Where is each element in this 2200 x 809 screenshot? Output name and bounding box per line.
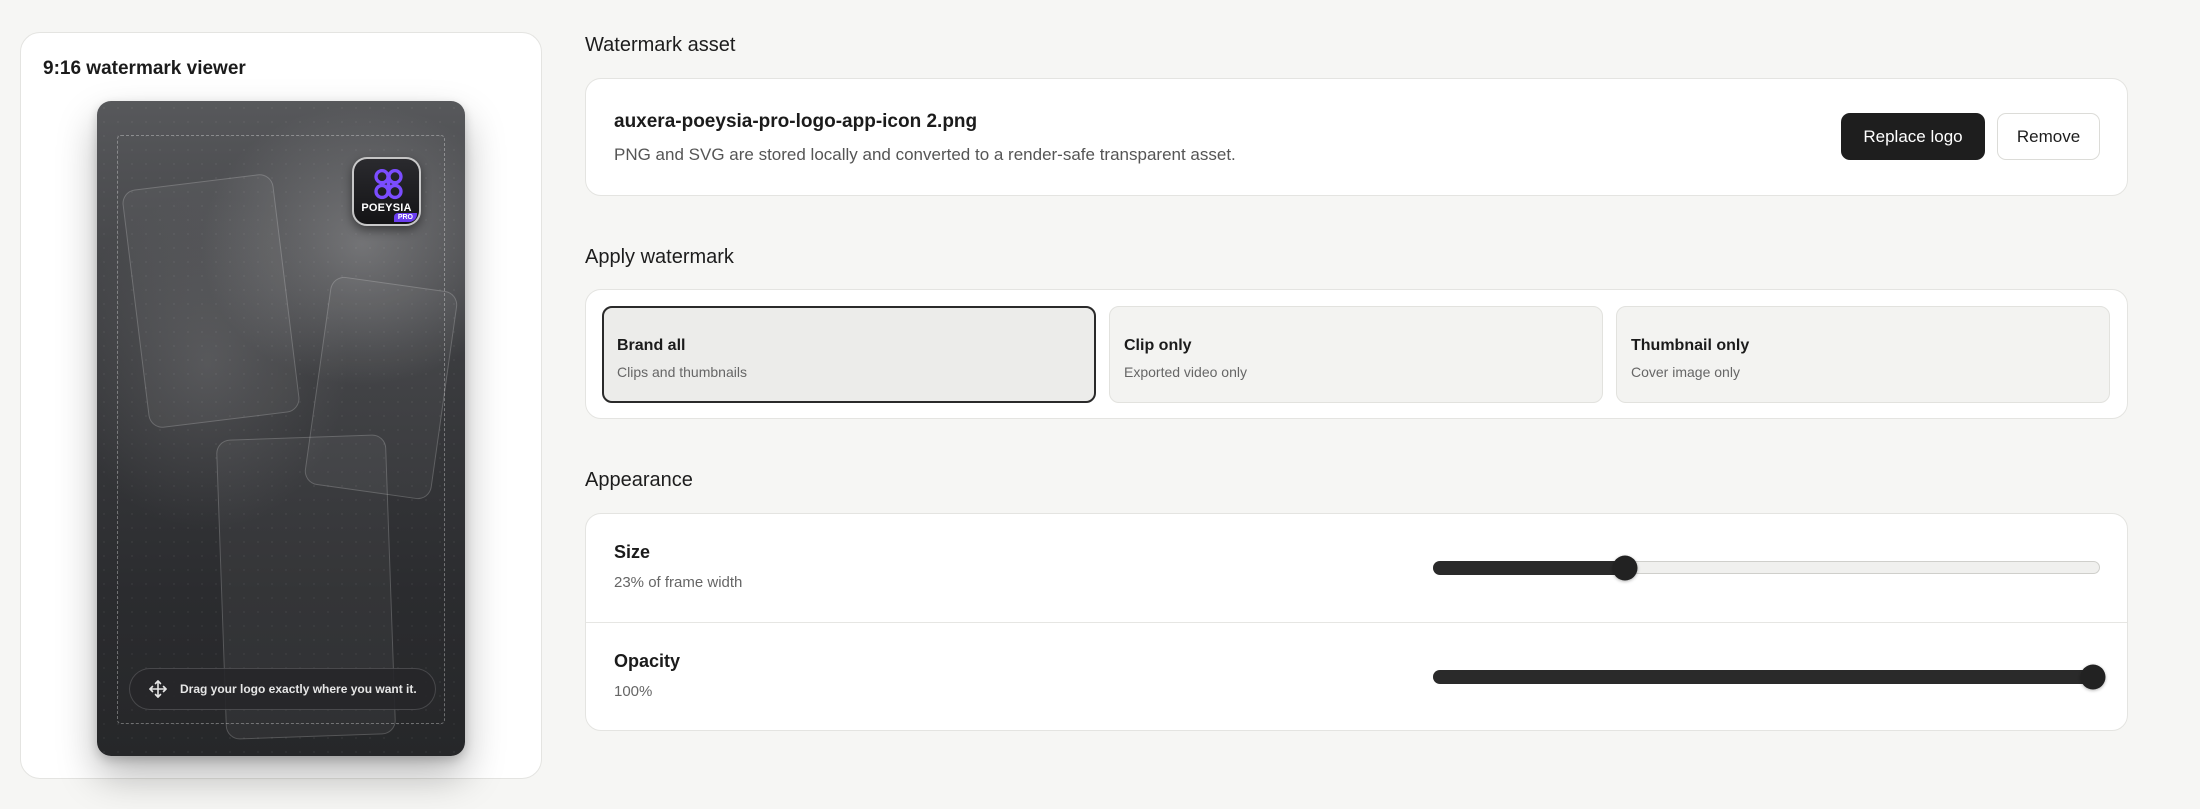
size-label: Size bbox=[614, 542, 651, 562]
asset-file-name: auxera-poeysia-pro-logo-app-icon 2.png bbox=[614, 111, 978, 132]
appearance-panel: Size 23% of frame width Opacity 100% bbox=[585, 513, 2128, 731]
logo-pro-badge: PRO bbox=[393, 213, 417, 222]
drag-hint-text: Drag your logo exactly where you want it… bbox=[180, 682, 417, 696]
size-setting-row: Size 23% of frame width bbox=[586, 514, 2127, 622]
drag-hint-pill: Drag your logo exactly where you want it… bbox=[129, 668, 436, 710]
asset-description: PNG and SVG are stored locally and conve… bbox=[614, 145, 1236, 164]
phone-preview-frame: POEYSIA PRO Drag your logo exactly where… bbox=[97, 101, 465, 756]
option-subtitle: Cover image only bbox=[1631, 364, 1740, 380]
opacity-slider-thumb[interactable] bbox=[2080, 664, 2106, 689]
option-clip-only[interactable]: Clip only Exported video only bbox=[1109, 306, 1603, 403]
apply-watermark-panel: Brand all Clips and thumbnails Clip only… bbox=[585, 289, 2128, 419]
option-thumbnail-only[interactable]: Thumbnail only Cover image only bbox=[1616, 306, 2110, 403]
watermark-viewer-card: 9:16 watermark viewer POEYSIA PRO Drag y… bbox=[20, 32, 542, 779]
section-title-watermark-asset: Watermark asset bbox=[585, 34, 736, 56]
option-title: Thumbnail only bbox=[1631, 337, 1750, 354]
opacity-slider-fill bbox=[1432, 669, 2099, 684]
size-value: 23% of frame width bbox=[614, 574, 743, 591]
size-slider[interactable] bbox=[1432, 555, 2100, 580]
opacity-value: 100% bbox=[614, 683, 653, 700]
opacity-label: Opacity bbox=[614, 651, 681, 671]
option-title: Clip only bbox=[1124, 337, 1192, 354]
option-subtitle: Exported video only bbox=[1124, 364, 1247, 380]
section-title-appearance: Appearance bbox=[585, 469, 693, 491]
opacity-slider[interactable] bbox=[1432, 664, 2106, 689]
size-slider-fill bbox=[1432, 560, 1627, 575]
viewer-title: 9:16 watermark viewer bbox=[43, 58, 246, 79]
opacity-setting-row: Opacity 100% bbox=[586, 622, 2127, 730]
remove-logo-button[interactable]: Remove bbox=[1997, 113, 2100, 160]
watermark-logo[interactable]: POEYSIA PRO bbox=[352, 157, 421, 226]
size-slider-thumb[interactable] bbox=[1612, 555, 1638, 580]
move-arrows-icon bbox=[149, 680, 167, 698]
option-title: Brand all bbox=[617, 337, 686, 354]
butterfly-logo-icon bbox=[374, 168, 403, 200]
option-subtitle: Clips and thumbnails bbox=[617, 364, 747, 380]
watermark-asset-panel: auxera-poeysia-pro-logo-app-icon 2.png P… bbox=[585, 78, 2128, 196]
section-title-apply-watermark: Apply watermark bbox=[585, 246, 734, 268]
option-brand-all[interactable]: Brand all Clips and thumbnails bbox=[602, 306, 1096, 403]
replace-logo-button[interactable]: Replace logo bbox=[1841, 113, 1985, 160]
